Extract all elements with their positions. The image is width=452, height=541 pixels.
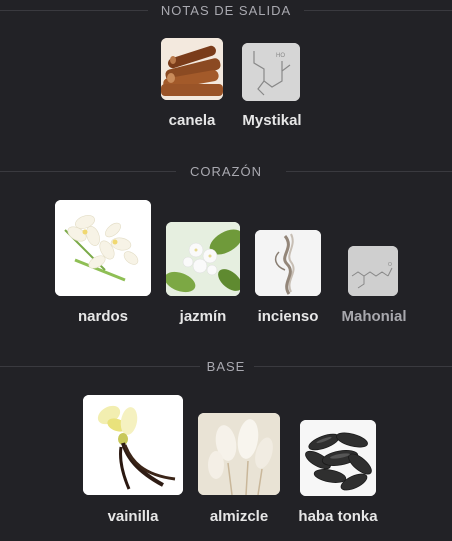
note-label-mystikal[interactable]: Mystikal — [226, 112, 318, 129]
note-label-incienso[interactable]: incienso — [248, 308, 328, 325]
note-label-jazmin[interactable]: jazmín — [160, 308, 246, 325]
svg-text:O: O — [388, 262, 392, 268]
note-jazmin-image[interactable] — [166, 222, 240, 296]
divider-left — [0, 366, 200, 367]
jasmine-icon — [166, 222, 240, 296]
musk-icon — [198, 413, 280, 495]
note-incienso-image[interactable] — [255, 230, 321, 296]
section-header-top-notes: NOTAS DE SALIDA — [0, 0, 452, 20]
note-label-vainilla[interactable]: vainilla — [83, 508, 183, 525]
note-vainilla-image[interactable] — [83, 395, 183, 495]
divider-left — [0, 171, 176, 172]
tonka-bean-icon — [300, 420, 376, 496]
section-header-base-notes: BASE — [0, 356, 452, 376]
section-title: BASE — [206, 358, 246, 374]
section-header-heart-notes: CORAZÓN — [0, 161, 452, 181]
svg-text:HO: HO — [276, 53, 285, 59]
note-haba-tonka-image[interactable] — [300, 420, 376, 496]
incense-smoke-icon — [255, 230, 321, 296]
divider-right — [304, 10, 452, 11]
note-label-almizcle[interactable]: almizcle — [194, 508, 284, 525]
note-label-mahonial[interactable]: Mahonial — [334, 308, 414, 325]
note-canela-image[interactable] — [161, 38, 223, 100]
molecule-structure-icon: O — [348, 246, 398, 296]
vanilla-icon — [83, 395, 183, 495]
cinnamon-icon — [161, 38, 223, 100]
note-label-canela[interactable]: canela — [148, 112, 236, 129]
note-label-nardos[interactable]: nardos — [55, 308, 151, 325]
section-title: CORAZÓN — [190, 163, 262, 179]
note-almizcle-image[interactable] — [198, 413, 280, 495]
note-label-haba-tonka[interactable]: haba tonka — [288, 508, 388, 525]
section-title: NOTAS DE SALIDA — [160, 2, 292, 18]
note-nardos-image[interactable] — [55, 200, 151, 296]
divider-right — [286, 171, 452, 172]
tuberose-icon — [55, 200, 151, 296]
divider-left — [0, 10, 148, 11]
note-mystikal-image[interactable]: HO — [242, 43, 300, 101]
note-mahonial-image[interactable]: O — [348, 246, 398, 296]
divider-right — [254, 366, 452, 367]
molecule-structure-icon: HO — [242, 43, 300, 101]
